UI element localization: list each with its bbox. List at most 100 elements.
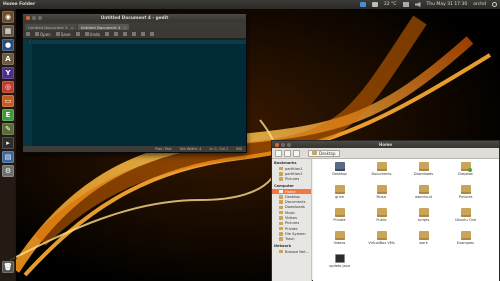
launcher-gedit-icon[interactable]: ✎ — [2, 123, 14, 135]
file-item[interactable]: Music — [363, 185, 400, 199]
file-item[interactable]: Public — [363, 208, 400, 222]
file-label: Private — [333, 218, 346, 222]
search-button[interactable] — [140, 32, 145, 36]
open-button[interactable]: Open — [35, 32, 51, 37]
file-label: Examples — [456, 241, 474, 245]
cut-button[interactable] — [113, 32, 118, 36]
launcher-nautilus-icon[interactable]: ▦ — [2, 25, 14, 37]
clock[interactable]: Thu May 31 17:30 — [427, 2, 468, 7]
file-item[interactable]: Desktop — [321, 162, 358, 176]
tab-width-selector[interactable]: Tab Width: 4 — [180, 147, 202, 151]
launcher-system-settings-icon[interactable]: ⚙ — [2, 165, 14, 177]
launcher-shopping-icon[interactable]: ▭ — [2, 95, 14, 107]
file-item[interactable]: Documents — [363, 162, 400, 176]
dropbox-icon[interactable] — [359, 2, 366, 7]
file-item[interactable]: Ubuntu One — [447, 208, 484, 222]
save-label: Save — [60, 31, 71, 37]
maximize-icon[interactable] — [287, 142, 291, 147]
file-label: Dropbox — [458, 172, 473, 176]
file-item[interactable]: Examples — [447, 231, 484, 245]
breadcrumb[interactable]: Desktop — [308, 149, 340, 157]
close-icon[interactable] — [26, 16, 30, 20]
tab-label: Untitled Document 3 — [28, 24, 68, 30]
file-label: Music — [376, 195, 387, 199]
tab-document-4[interactable]: Untitled Document 4 × — [77, 24, 130, 30]
replace-button[interactable] — [149, 32, 154, 36]
nautilus-titlebar[interactable]: Home — [272, 141, 499, 148]
folder-icon — [334, 185, 345, 194]
folder-icon — [279, 216, 283, 220]
launcher-firefox-icon[interactable]: ● — [2, 39, 14, 51]
file-item[interactable]: Downloads — [405, 162, 442, 176]
folder-icon — [279, 166, 283, 171]
mail-icon[interactable] — [402, 2, 409, 7]
paste-button[interactable] — [131, 32, 136, 36]
network-icon[interactable] — [371, 2, 378, 7]
new-button[interactable] — [26, 32, 30, 36]
gedit-window: Untitled Document 4 - gedit Untitled Doc… — [22, 13, 247, 153]
open-label: Open — [40, 31, 51, 37]
back-button[interactable] — [275, 149, 282, 157]
file-item[interactable]: Videos — [321, 231, 358, 245]
file-item[interactable]: update-java — [321, 254, 358, 268]
forward-button[interactable] — [284, 149, 291, 157]
language-selector[interactable]: Plain Text — [155, 147, 172, 151]
minimize-icon[interactable] — [32, 16, 36, 20]
gedit-titlebar[interactable]: Untitled Document 4 - gedit — [23, 14, 246, 22]
minimize-icon[interactable] — [281, 142, 285, 147]
undo-button[interactable]: Undo — [84, 31, 100, 37]
print-button[interactable] — [75, 32, 80, 36]
file-label: Desktop — [332, 172, 347, 176]
folder-icon — [460, 208, 471, 217]
text-editor-area[interactable]: 1 — [23, 39, 246, 147]
copy-button[interactable] — [122, 32, 127, 36]
system-tray: 22 °C Thu May 31 17:30 archd — [359, 2, 497, 7]
launcher-terminal-icon[interactable]: ▸ — [2, 137, 14, 149]
folder-icon — [279, 205, 283, 210]
folder-icon — [376, 185, 387, 194]
file-item[interactable]: work — [405, 231, 442, 245]
gedit-statusbar: Plain Text Tab Width: 4 Ln 1, Col 1 INS — [23, 146, 246, 152]
file-item[interactable]: scripts — [405, 208, 442, 222]
power-icon[interactable] — [492, 2, 497, 7]
folder-icon — [279, 177, 283, 181]
home-button[interactable] — [293, 149, 300, 157]
redo-button[interactable] — [104, 32, 109, 36]
folder-icon — [279, 237, 283, 241]
launcher-trash-icon[interactable]: 🗑 — [2, 261, 14, 273]
tab-document-3[interactable]: Untitled Document 3 × — [25, 24, 77, 30]
sidebar-item-label: File System — [285, 231, 306, 236]
user-menu[interactable]: archd — [473, 2, 486, 7]
close-tab-icon[interactable]: × — [123, 25, 126, 30]
launcher-workspaces-icon[interactable]: ▤ — [2, 151, 14, 163]
sidebar-item-label: Downloads — [285, 205, 305, 210]
undo-label: Undo — [89, 31, 100, 37]
file-item[interactable]: Dropbox — [447, 162, 484, 176]
sidebar-item-browse-net-[interactable]: Browse Net... — [272, 249, 311, 254]
save-button[interactable]: Save — [55, 31, 71, 37]
folder-icon — [376, 208, 387, 217]
maximize-icon[interactable] — [38, 16, 42, 20]
sidebar-item-label: Desktop — [285, 194, 300, 199]
file-item[interactable]: grive — [321, 185, 358, 199]
launcher-evernote-icon[interactable]: E — [2, 109, 14, 121]
launcher-yahoo-icon[interactable]: Y — [2, 67, 14, 79]
insert-mode: INS — [236, 147, 242, 151]
file-item[interactable]: Private — [321, 208, 358, 222]
sidebar-item-label: Pictures — [285, 177, 300, 182]
launcher-dash-home-icon[interactable]: ◉ — [2, 11, 14, 23]
file-item[interactable]: owncloud — [405, 185, 442, 199]
file-item[interactable]: VirtualBox VMs — [363, 231, 400, 245]
folder-icon — [334, 162, 345, 171]
sidebar-item-label: Documents — [285, 200, 306, 205]
volume-icon[interactable] — [414, 2, 421, 7]
weather-indicator[interactable]: 22 °C — [384, 2, 397, 7]
file-label: scripts — [417, 218, 430, 222]
close-icon[interactable] — [275, 142, 279, 147]
open-icon — [35, 32, 39, 36]
launcher-ubuntu-one-icon[interactable]: ◎ — [2, 81, 14, 93]
close-tab-icon[interactable]: × — [71, 25, 74, 30]
launcher-software-center-icon[interactable]: A — [2, 53, 14, 65]
nautilus-window: Home Desktop Bookmarks partition1 partitio… — [271, 140, 500, 281]
file-item[interactable]: Pictures — [447, 185, 484, 199]
